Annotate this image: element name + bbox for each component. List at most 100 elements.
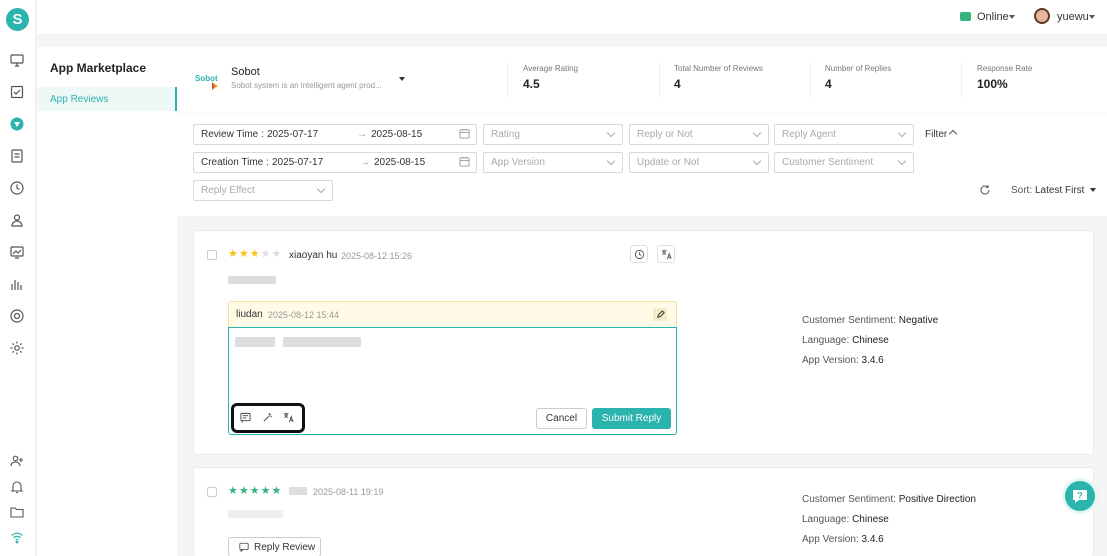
user-add-icon[interactable] (9, 453, 25, 469)
reviewer-name: xiaoyan hu (289, 250, 338, 261)
stat-value: 4 (674, 77, 681, 91)
check-icon[interactable] (9, 84, 25, 100)
chevron-down-icon[interactable] (1009, 15, 1015, 19)
document-icon[interactable] (9, 148, 25, 164)
version-label: App Version: (802, 355, 859, 366)
stat-label: Average Rating (523, 64, 578, 73)
divider (961, 62, 962, 98)
star-icon: ★ (228, 485, 238, 497)
avatar[interactable] (1034, 8, 1050, 24)
chevron-down-icon[interactable] (1090, 188, 1096, 192)
divider (507, 62, 508, 98)
calendar-icon[interactable] (459, 156, 470, 167)
help-button[interactable]: ? (1062, 478, 1098, 514)
edit-icon[interactable] (653, 308, 667, 321)
stat-value: 4.5 (523, 77, 540, 91)
language-info: Language: Chinese (802, 335, 889, 346)
version-info: App Version: 3.4.6 (802, 355, 884, 366)
creation-time-label: Creation Time : (201, 157, 269, 168)
users-icon[interactable] (9, 212, 25, 228)
calendar-icon[interactable] (459, 128, 470, 139)
reply-effect-placeholder: Reply Effect (201, 185, 255, 196)
range-arrow: → (360, 157, 370, 168)
translate-icon[interactable] (657, 245, 675, 263)
username[interactable]: yuewu (1057, 11, 1089, 23)
chevron-down-icon[interactable] (1089, 15, 1095, 19)
submit-reply-button[interactable]: Submit Reply (592, 408, 671, 429)
magic-wand-icon[interactable] (262, 412, 273, 423)
top-bar (37, 0, 1107, 34)
version-value: 3.4.6 (861, 534, 884, 545)
stat-label: Total Number of Reviews (674, 64, 763, 73)
range-arrow: → (357, 129, 367, 140)
gear-icon[interactable] (9, 340, 25, 356)
sidebar-item-label[interactable]: App Reviews (50, 94, 108, 105)
review-time-end[interactable]: 2025-08-15 (371, 129, 422, 140)
sentiment-value: Positive Direction (898, 494, 976, 505)
reply-review-label: Reply Review (254, 541, 316, 553)
app-icon[interactable] (9, 116, 25, 132)
stat-label: Number of Replies (825, 64, 892, 73)
sentiment-info: Customer Sentiment: Negative (802, 315, 938, 326)
reply-agent-name: liudan (236, 309, 263, 320)
star-rating: ★ ★ ★ ★ ★ (228, 249, 281, 260)
app-description: Sobot system is an intelligent agent pro… (231, 81, 382, 90)
monitor-icon[interactable] (9, 52, 25, 68)
reply-agent-placeholder: Reply Agent (782, 129, 836, 140)
app-logo[interactable]: S (6, 8, 29, 31)
refresh-icon[interactable] (979, 184, 991, 196)
review-card (193, 467, 1094, 556)
sort-prefix: Sort: (1011, 185, 1033, 196)
version-info: App Version: 3.4.6 (802, 534, 884, 545)
bell-icon[interactable] (9, 479, 25, 495)
divider (810, 62, 811, 98)
star-icon: ★ (249, 248, 260, 260)
review-time: 2025-08-12 15:26 (341, 251, 413, 261)
wifi-icon[interactable] (9, 529, 25, 545)
online-status-icon (960, 12, 971, 21)
reply-or-not-placeholder: Reply or Not (637, 129, 693, 140)
filter-toggle[interactable]: Filter (925, 129, 947, 140)
star-icon: ★ (271, 485, 282, 497)
blurred-reply-text (283, 337, 361, 347)
star-icon: ★ (228, 248, 238, 260)
star-icon: ★ (238, 248, 249, 260)
review-time: 2025-08-11 19:19 (313, 487, 384, 497)
star-rating: ★ ★ ★ ★ ★ (228, 486, 281, 497)
help-icon: ? (1073, 490, 1087, 503)
reply-review-button[interactable]: Reply Review (228, 537, 321, 556)
chart-icon[interactable] (9, 244, 25, 260)
stat-value: 4 (825, 77, 832, 91)
clock-icon[interactable] (9, 180, 25, 196)
review-time-start[interactable]: 2025-07-17 (267, 129, 318, 140)
review-checkbox[interactable] (207, 250, 217, 260)
blurred-reviewer-name (289, 487, 307, 495)
sobot-app-logo: Sobot (195, 69, 221, 95)
language-label: Language: (802, 335, 850, 346)
star-icon: ★ (271, 248, 282, 260)
sidebar-title: App Marketplace (50, 61, 147, 75)
star-icon: ★ (260, 248, 271, 260)
bars-icon[interactable] (9, 276, 25, 292)
creation-time-start[interactable]: 2025-07-17 (272, 157, 323, 168)
customer-sentiment-placeholder: Customer Sentiment (782, 157, 874, 168)
update-or-not-placeholder: Update or Not (637, 157, 700, 168)
app-select-chevron-icon[interactable] (399, 77, 405, 81)
language-info: Language: Chinese (802, 514, 889, 525)
language-label: Language: (802, 514, 850, 525)
sort-dropdown[interactable]: Latest First (1035, 185, 1084, 196)
cancel-button[interactable]: Cancel (536, 408, 587, 429)
lifebuoy-icon[interactable] (9, 308, 25, 324)
app-name: Sobot (231, 66, 260, 78)
template-icon[interactable] (240, 412, 251, 423)
creation-time-end[interactable]: 2025-08-15 (374, 157, 425, 168)
translate-icon[interactable] (283, 412, 294, 423)
sentiment-label: Customer Sentiment: (802, 494, 896, 505)
sentiment-label: Customer Sentiment: (802, 315, 896, 326)
folder-icon[interactable] (9, 504, 25, 520)
online-status-dropdown[interactable]: Online (977, 11, 1009, 23)
history-icon[interactable] (630, 245, 648, 263)
review-time-label: Review Time : (201, 129, 264, 140)
review-checkbox[interactable] (207, 487, 217, 497)
stats-header (177, 47, 1107, 113)
